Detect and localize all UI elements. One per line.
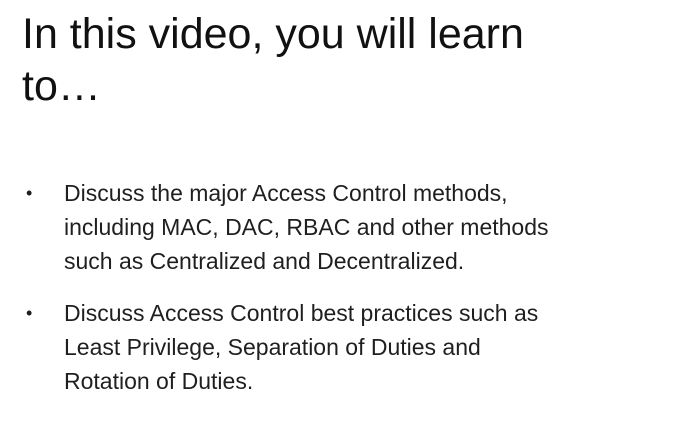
bullet-text-line: including MAC, DAC, RBAC and other metho… [64, 214, 549, 240]
slide-title: In this video, you will learn to… [22, 8, 662, 112]
title-line: In this video, you will learn [22, 10, 524, 58]
bullet-text-line: such as Centralized and Decentralized. [64, 248, 465, 274]
bullet-icon: • [26, 303, 33, 323]
bullet-list: • Discuss the major Access Control metho… [20, 176, 670, 416]
bullet-icon: • [26, 183, 33, 203]
title-line: to… [22, 62, 101, 110]
bullet-item: • Discuss Access Control best practices … [20, 296, 670, 398]
bullet-text-line: Least Privilege, Separation of Duties an… [64, 334, 481, 360]
slide: In this video, you will learn to… • Disc… [0, 0, 682, 440]
bullet-text-line: Rotation of Duties. [64, 368, 254, 394]
bullet-item: • Discuss the major Access Control metho… [20, 176, 670, 278]
bullet-text-line: Discuss Access Control best practices su… [64, 300, 539, 326]
bullet-text-line: Discuss the major Access Control methods… [64, 180, 508, 206]
